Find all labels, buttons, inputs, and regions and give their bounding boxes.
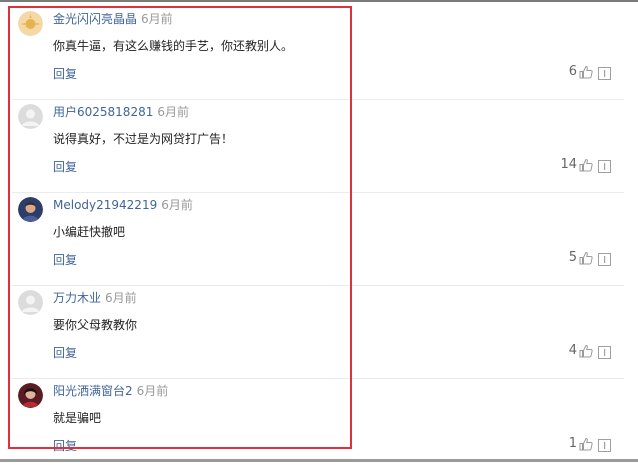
avatar[interactable] (18, 197, 43, 222)
like-button[interactable]: 14 (560, 157, 593, 172)
thumbs-up-icon (579, 344, 593, 358)
comment-item: 金光闪闪亮晶晶 6月前 你真牛逼，有这么赚钱的手艺，你还教别人。 回复 6 (12, 6, 624, 100)
reply-button[interactable]: 回复 (53, 437, 77, 455)
like-count: 4 (568, 343, 577, 358)
avatar[interactable] (18, 11, 43, 36)
comment-time: 6月前 (105, 291, 137, 305)
like-count: 6 (568, 64, 577, 79)
comment-time: 6月前 (141, 12, 173, 26)
like-button[interactable]: 5 (569, 250, 593, 265)
username[interactable]: 金光闪闪亮晶晶 (53, 12, 137, 26)
thumbs-up-icon (579, 65, 593, 79)
comment-item: Melody21942219 6月前 小编赶快撤吧 回复 5 (12, 192, 624, 286)
comment-time: 6月前 (157, 105, 189, 119)
comment-meta: 阳光洒满窗台2 6月前 (53, 382, 168, 400)
comment-item: 用户6025818281 6月前 说得真好，不过是为网贷打广告！ 回复 14 (12, 99, 624, 193)
report-icon[interactable] (598, 253, 611, 266)
report-icon[interactable] (598, 346, 611, 359)
comment-text: 你真牛逼，有这么赚钱的手艺，你还教别人。 (53, 39, 294, 53)
comment-item: 万力木业 6月前 要你父母教教你 回复 4 (12, 285, 624, 379)
comment-meta: 万力木业 6月前 (53, 289, 137, 307)
comment-meta: Melody21942219 6月前 (53, 196, 193, 214)
thumbs-up-icon (579, 158, 593, 172)
avatar[interactable] (18, 290, 43, 315)
username[interactable]: 万力木业 (53, 291, 101, 305)
reply-button[interactable]: 回复 (53, 158, 77, 176)
report-icon[interactable] (598, 439, 611, 452)
reply-button[interactable]: 回复 (53, 65, 77, 83)
thumbs-up-icon (579, 251, 593, 265)
report-icon[interactable] (598, 67, 611, 80)
report-icon[interactable] (598, 160, 611, 173)
comment-text: 就是骗吧 (53, 411, 102, 425)
like-count: 1 (568, 436, 577, 451)
username[interactable]: 阳光洒满窗台2 (53, 384, 133, 398)
like-button[interactable]: 1 (569, 436, 593, 451)
comment-text: 小编赶快撤吧 (53, 225, 126, 239)
username[interactable]: 用户6025818281 (53, 105, 153, 119)
comment-text: 要你父母教教你 (53, 318, 138, 332)
comment-meta: 金光闪闪亮晶晶 6月前 (53, 10, 173, 28)
comment-time: 6月前 (161, 198, 193, 212)
comment-item: 阳光洒满窗台2 6月前 就是骗吧 回复 1 (12, 378, 624, 471)
like-count: 5 (568, 250, 577, 265)
like-button[interactable]: 6 (569, 64, 593, 79)
avatar[interactable] (18, 104, 43, 129)
comment-text: 说得真好，不过是为网贷打广告！ (53, 132, 234, 146)
top-border (0, 0, 638, 2)
username[interactable]: Melody21942219 (53, 198, 157, 212)
comment-time: 6月前 (136, 384, 169, 398)
avatar[interactable] (18, 383, 43, 408)
like-count: 14 (560, 157, 577, 172)
reply-button[interactable]: 回复 (53, 344, 77, 362)
comment-meta: 用户6025818281 6月前 (53, 103, 189, 121)
reply-button[interactable]: 回复 (53, 251, 77, 269)
thumbs-up-icon (579, 437, 593, 451)
like-button[interactable]: 4 (569, 343, 593, 358)
